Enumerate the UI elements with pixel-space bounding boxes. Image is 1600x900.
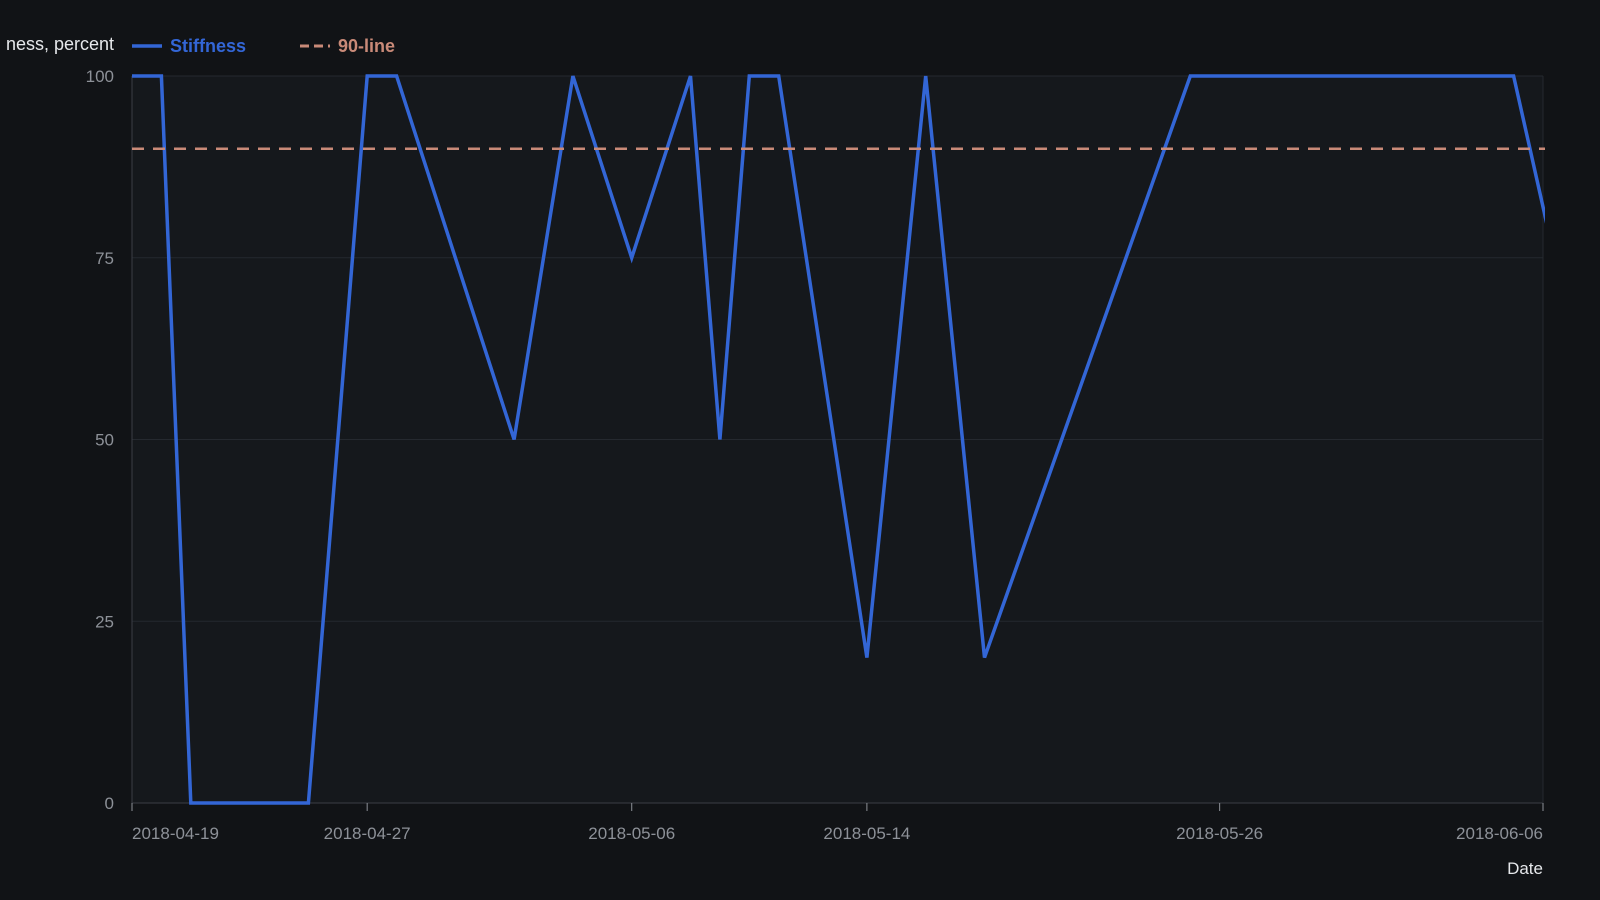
x-tick-label: 2018-05-06 [588,824,675,843]
x-tick-label: 2018-05-26 [1176,824,1263,843]
y-tick-label: 50 [95,431,114,450]
x-tick-label: 2018-05-14 [823,824,910,843]
x-tick-label: 2018-06-06 [1456,824,1543,843]
line-chart: 0 25 50 75 100 2018-04-19 2018-04-27 2018-05-06… [6,34,1545,878]
y-axis-label: ness, percent [6,34,114,54]
y-tick-label: 0 [105,794,114,813]
legend-label: 90-line [338,36,395,56]
y-tick-label: 100 [86,67,114,86]
grid-lines [132,75,1543,804]
y-tick-label: 75 [95,249,114,268]
legend-label: Stiffness [170,36,246,56]
x-tick-label: 2018-04-19 [132,824,219,843]
legend: Stiffness 90-line [132,36,395,56]
x-tick-label: 2018-04-27 [324,824,411,843]
x-axis-label: Date [1507,859,1543,878]
y-tick-label: 25 [95,612,114,631]
